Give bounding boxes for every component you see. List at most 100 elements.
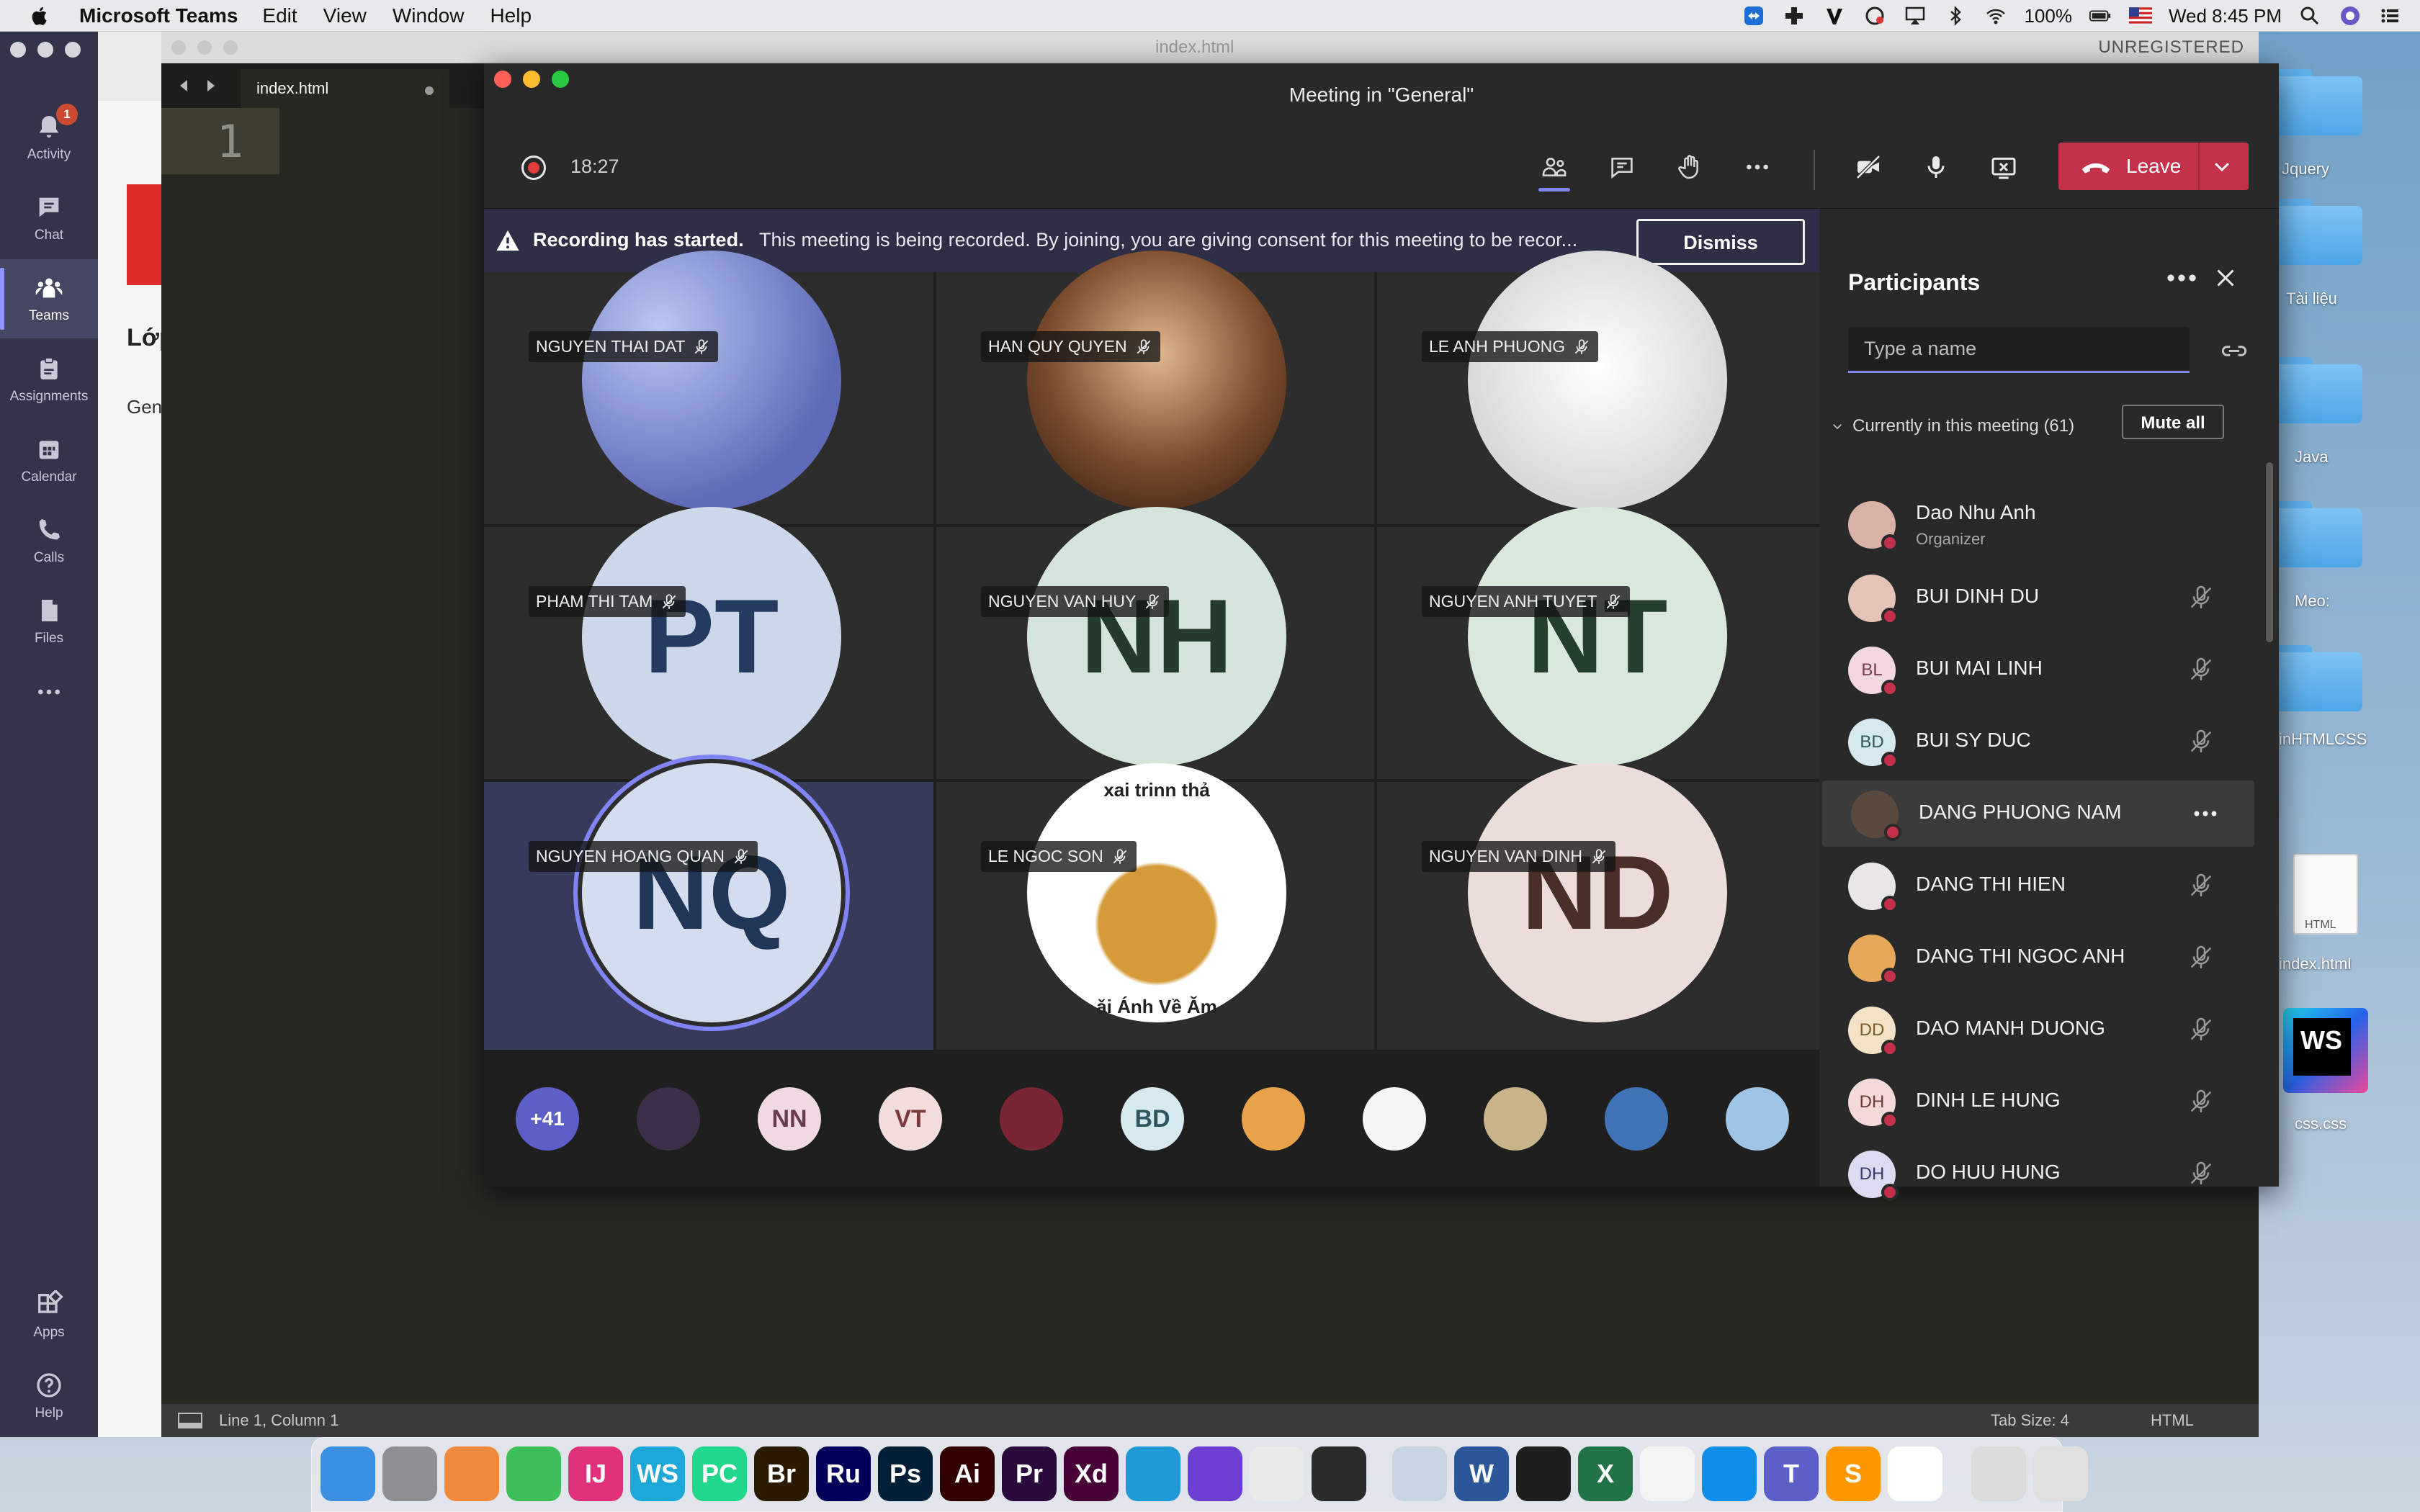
quicktime-icon[interactable] — [1312, 1446, 1366, 1501]
excel-icon[interactable]: X — [1578, 1446, 1633, 1501]
raise-hand-button[interactable] — [1668, 145, 1711, 189]
wifi-icon[interactable] — [1984, 5, 2008, 27]
show-participants-button[interactable] — [1533, 145, 1576, 192]
participant-row[interactable]: BL BUI MAI LINH — [1819, 636, 2251, 703]
maps-icon[interactable] — [506, 1446, 561, 1501]
xd-icon[interactable]: Xd — [1064, 1446, 1119, 1501]
rail-files[interactable]: Files — [0, 582, 98, 661]
sublime-zoom-dot[interactable] — [223, 40, 238, 55]
zoom-dot[interactable] — [65, 42, 81, 58]
imovie-star-icon[interactable] — [1188, 1446, 1242, 1501]
participant-row[interactable]: DANG THI NGOC ANH — [1819, 924, 2251, 991]
panel-scrollbar[interactable] — [2266, 462, 2273, 642]
more-actions-button[interactable] — [1736, 145, 1779, 189]
rail-more[interactable] — [0, 662, 98, 727]
mic-off-icon[interactable] — [2187, 1087, 2215, 1116]
apple-icon[interactable] — [26, 1, 55, 30]
affinity-icon[interactable] — [1888, 1446, 1942, 1501]
rail-chat[interactable]: Chat — [0, 179, 98, 258]
mic-off-icon[interactable] — [2187, 871, 2215, 900]
rail-calls[interactable]: Calls — [0, 501, 98, 580]
rail-help[interactable]: Help — [0, 1356, 98, 1436]
folder-java-icon[interactable] — [2276, 357, 2362, 423]
participant-row[interactable]: DANG THI HIEN — [1819, 852, 2251, 919]
mic-toggle-button[interactable] — [1914, 145, 1958, 189]
us-flag-icon[interactable] — [2128, 5, 2153, 27]
strip-avatar[interactable]: VT — [879, 1087, 942, 1151]
share-invite-icon[interactable] — [2220, 337, 2249, 363]
leave-button[interactable]: Leave — [2058, 143, 2249, 190]
mic-off-icon[interactable] — [2187, 583, 2215, 612]
mute-all-button[interactable]: Mute all — [2122, 405, 2224, 439]
menu-clock[interactable]: Wed 8:45 PM — [2169, 5, 2282, 27]
strip-avatar[interactable]: NN — [758, 1087, 821, 1151]
teamviewer-icon[interactable] — [1702, 1446, 1757, 1501]
tab-nav-arrows-icon[interactable] — [177, 76, 218, 95]
menu-view[interactable]: View — [323, 4, 367, 27]
participant-more-icon[interactable] — [2191, 799, 2220, 828]
mic-off-icon[interactable] — [2187, 943, 2215, 972]
syntax-mode[interactable]: HTML — [2151, 1411, 2194, 1430]
strip-avatar[interactable] — [1242, 1087, 1305, 1151]
chrome-icon[interactable] — [1250, 1446, 1304, 1501]
dismiss-button[interactable]: Dismiss — [1636, 219, 1805, 265]
current-participants-header[interactable]: Currently in this meeting (61) — [1831, 416, 2074, 436]
menu-help[interactable]: Help — [490, 4, 532, 27]
participant-row[interactable]: Dao Nhu Anh Organizer — [1819, 491, 2251, 557]
minimize-dot[interactable] — [37, 42, 53, 58]
bridge-icon[interactable]: Br — [754, 1446, 809, 1501]
strip-avatar[interactable] — [1726, 1087, 1789, 1151]
plus-status-icon[interactable] — [1782, 5, 1806, 27]
participant-row[interactable]: BD BUI SY DUC — [1819, 708, 2251, 775]
css-file-icon[interactable]: WS — [2283, 1008, 2368, 1093]
illustrator-icon[interactable]: Ai — [940, 1446, 995, 1501]
downloads-icon[interactable] — [1971, 1446, 2026, 1501]
battery-icon[interactable] — [2088, 5, 2112, 27]
participant-row[interactable]: DD DAO MANH DUONG — [1819, 996, 2251, 1063]
strip-avatar[interactable] — [637, 1087, 700, 1151]
mic-off-icon[interactable] — [2187, 1159, 2215, 1188]
desktop-label-meo[interactable]: Meo: — [2295, 592, 2330, 611]
desktop-label-java[interactable]: Java — [2295, 448, 2328, 467]
tab-index-html[interactable]: index.html — [241, 69, 449, 108]
desktop-label-html-css[interactable]: inHTMLCSS — [2279, 730, 2367, 749]
webstorm-icon[interactable]: WS — [630, 1446, 685, 1501]
rail-activity[interactable]: Activity 1 — [0, 98, 98, 177]
search-icon[interactable] — [2298, 5, 2322, 27]
html-file-icon[interactable]: HTML — [2293, 854, 2358, 935]
premiere-icon[interactable]: Pr — [1002, 1446, 1057, 1501]
rail-assignments[interactable]: Assignments — [0, 340, 98, 419]
photoshop-icon[interactable]: Ps — [878, 1446, 933, 1501]
strip-avatar[interactable] — [1605, 1087, 1668, 1151]
notification-center-icon[interactable] — [2378, 5, 2403, 27]
strip-avatar[interactable] — [1000, 1087, 1063, 1151]
teamviewer-status-icon[interactable] — [1742, 5, 1766, 27]
unsaved-dot[interactable] — [425, 86, 434, 95]
rail-apps[interactable]: Apps — [0, 1276, 98, 1355]
finder-icon[interactable] — [321, 1446, 375, 1501]
chevron-down-icon[interactable] — [2211, 156, 2233, 177]
strip-avatar[interactable] — [1363, 1087, 1426, 1151]
strip-avatar[interactable] — [1484, 1087, 1547, 1151]
slack-like-icon[interactable] — [1640, 1446, 1695, 1501]
sublime-icon[interactable]: S — [1826, 1446, 1881, 1501]
menu-app-name[interactable]: Microsoft Teams — [79, 4, 238, 27]
teams-icon[interactable]: T — [1764, 1446, 1819, 1501]
pycharm-icon[interactable]: PC — [692, 1446, 747, 1501]
sublime-min-dot[interactable] — [197, 40, 212, 55]
show-conversation-button[interactable] — [1600, 145, 1644, 189]
pages-icon[interactable] — [444, 1446, 499, 1501]
intellij-icon[interactable]: IJ — [568, 1446, 623, 1501]
participant-search-input[interactable] — [1848, 327, 2190, 373]
participant-row[interactable]: DANG PHUONG NAM — [1822, 780, 2254, 847]
strip-avatar[interactable]: BD — [1121, 1087, 1184, 1151]
panel-more-icon[interactable] — [2164, 264, 2200, 292]
participant-row[interactable]: DH DO HUU HUNG — [1819, 1140, 2251, 1207]
menu-edit[interactable]: Edit — [262, 4, 297, 27]
overflow-count-avatar[interactable]: +41 — [516, 1087, 579, 1151]
word-icon[interactable]: W — [1454, 1446, 1509, 1501]
trash-icon[interactable] — [2033, 1446, 2088, 1501]
menu-window[interactable]: Window — [393, 4, 465, 27]
panel-toggle-icon[interactable] — [177, 1411, 203, 1430]
terminal-icon[interactable] — [1516, 1446, 1571, 1501]
